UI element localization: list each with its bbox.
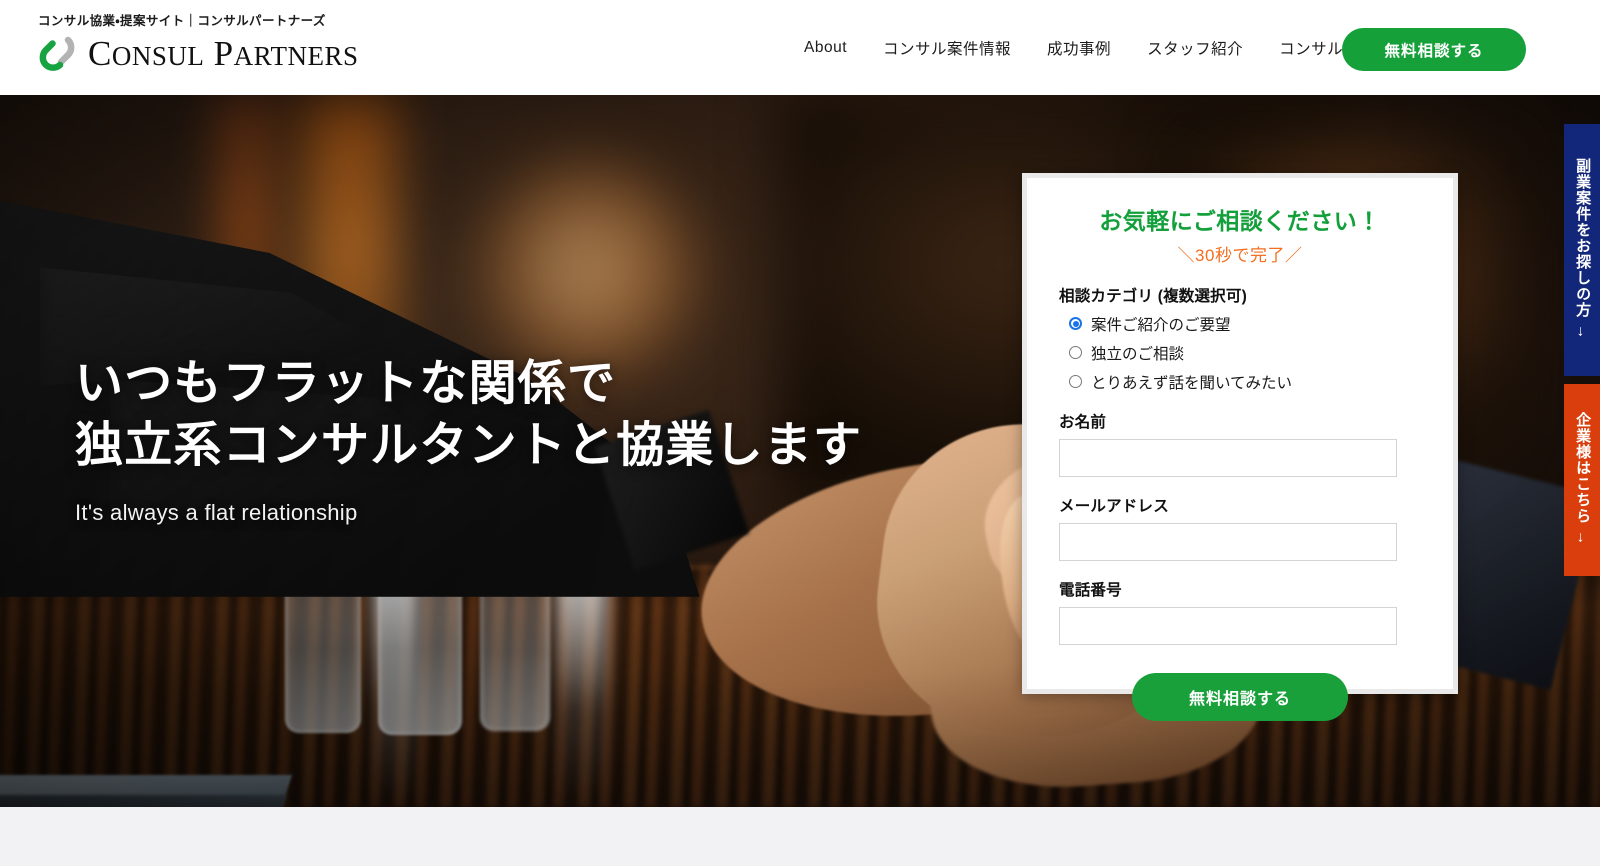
side-tab-label: 企業様はこちら bbox=[1574, 411, 1592, 524]
hero-subtitle: It's always a flat relationship bbox=[75, 499, 358, 525]
radio-icon[interactable] bbox=[1069, 375, 1082, 389]
logo-wordmark-onsul: ONSUL bbox=[111, 40, 205, 71]
side-tab-label: 副業案件をお探しの方 bbox=[1574, 157, 1592, 318]
logo-wordmark-p: P bbox=[213, 33, 234, 73]
radio-option-just-listen[interactable]: とりあえず話を聞いてみたい bbox=[1059, 371, 1421, 393]
nav-item-cases[interactable]: 成功事例 bbox=[1029, 37, 1129, 59]
phone-field-label: 電話番号 bbox=[1059, 581, 1122, 599]
radio-label: 独立のご相談 bbox=[1091, 345, 1185, 363]
site-logo[interactable]: コンサル協業・提案サイト｜コンサルパートナーズ CONSUL PARTNERS bbox=[38, 14, 359, 74]
radio-icon[interactable] bbox=[1069, 346, 1082, 360]
below-hero-strip bbox=[0, 807, 1600, 866]
email-field-label: メールアドレス bbox=[1059, 497, 1169, 515]
hero-copy: いつもフラットな関係で 独立系コンサルタントと協業します It's always… bbox=[75, 353, 862, 526]
side-tab-side-job-seeker[interactable]: 副業案件をお探しの方 → bbox=[1564, 124, 1600, 376]
arrow-right-icon: → bbox=[1574, 530, 1592, 546]
radio-option-independence[interactable]: 独立のご相談 bbox=[1059, 342, 1421, 364]
nav-item-staff[interactable]: スタッフ紹介 bbox=[1129, 37, 1261, 59]
category-label: 相談カテゴリ (複数選択可) bbox=[1059, 287, 1247, 305]
nav-item-about[interactable]: About bbox=[786, 39, 865, 57]
header-cta-button[interactable]: 無料相談する bbox=[1342, 28, 1526, 71]
contact-form-card: お気軽にご相談ください！ ＼30秒で完了／ 相談カテゴリ (複数選択可) 案件ご… bbox=[1022, 173, 1458, 721]
radio-label: 案件ご紹介のご要望 bbox=[1091, 316, 1231, 334]
main-navigation: About コンサル案件情報 成功事例 スタッフ紹介 コンサルメディア bbox=[786, 0, 1424, 95]
form-subtitle: ＼30秒で完了／ bbox=[1177, 245, 1303, 265]
radio-option-project-intro[interactable]: 案件ご紹介のご要望 bbox=[1059, 313, 1421, 335]
email-input[interactable] bbox=[1059, 522, 1397, 561]
logo-wordmark-c: C bbox=[88, 33, 112, 73]
name-field-label: お名前 bbox=[1059, 413, 1107, 431]
chain-link-icon bbox=[39, 36, 75, 71]
hero-headline-line1: いつもフラットな関係で bbox=[75, 357, 617, 410]
arrow-right-icon: → bbox=[1574, 324, 1592, 340]
radio-icon-checked[interactable] bbox=[1069, 317, 1082, 331]
name-input[interactable] bbox=[1059, 438, 1397, 477]
logo-tagline: コンサル協業・提案サイト｜コンサルパートナーズ bbox=[38, 14, 326, 28]
site-header: コンサル協業・提案サイト｜コンサルパートナーズ CONSUL PARTNERS … bbox=[0, 0, 1600, 95]
logo-wordmark-artners: ARTNERS bbox=[233, 40, 359, 71]
radio-label: とりあえず話を聞いてみたい bbox=[1091, 374, 1293, 392]
form-submit-button[interactable]: 無料相談する bbox=[1132, 672, 1348, 721]
logo-wordmark: CONSUL PARTNERS bbox=[88, 36, 359, 71]
phone-input[interactable] bbox=[1059, 606, 1397, 645]
side-tab-corporate[interactable]: 企業様はこちら → bbox=[1564, 384, 1600, 576]
nav-item-projects[interactable]: コンサル案件情報 bbox=[865, 37, 1029, 59]
form-title: お気軽にご相談ください！ bbox=[1099, 208, 1381, 234]
hero-headline-line2: 独立系コンサルタントと協業します bbox=[75, 419, 863, 473]
page-root: コンサル協業・提案サイト｜コンサルパートナーズ CONSUL PARTNERS … bbox=[0, 0, 1600, 866]
